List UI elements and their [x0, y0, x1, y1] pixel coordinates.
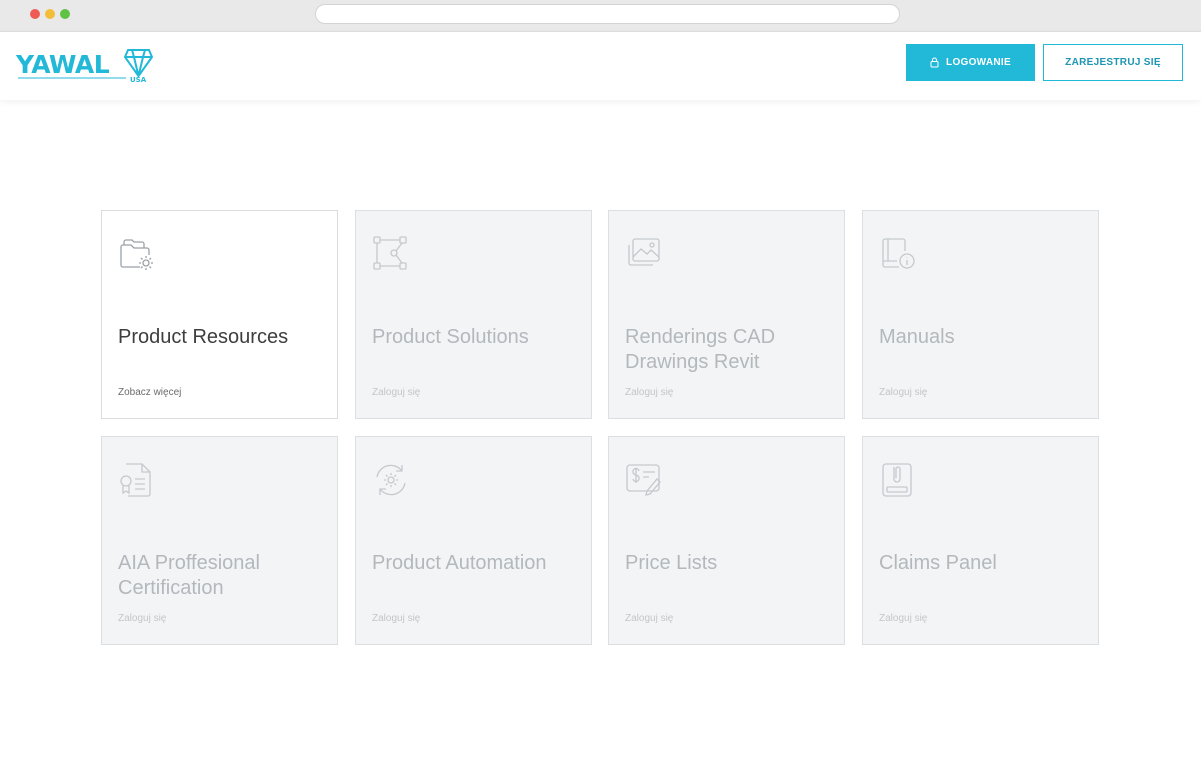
price-edit-icon — [625, 461, 663, 499]
gear-refresh-icon — [372, 461, 410, 499]
minimize-window-dot[interactable] — [45, 9, 55, 19]
card-title: Product Solutions — [372, 326, 529, 348]
login-button[interactable]: LOGOWANIE — [906, 44, 1035, 81]
card-link[interactable]: Zaloguj się — [118, 613, 166, 624]
card-renderings-cad[interactable]: Renderings CAD Drawings Revit Zaloguj si… — [608, 210, 845, 419]
manual-info-icon — [879, 235, 917, 273]
card-title: Claims Panel — [879, 552, 997, 574]
card-manuals[interactable]: Manuals Zaloguj się — [862, 210, 1099, 419]
card-link[interactable]: Zaloguj się — [879, 613, 927, 624]
maximize-window-dot[interactable] — [60, 9, 70, 19]
card-claims-panel[interactable]: Claims Panel Zaloguj się — [862, 436, 1099, 645]
folder-gear-icon — [118, 235, 156, 273]
image-gallery-icon — [625, 235, 663, 273]
card-link[interactable]: Zaloguj się — [372, 387, 420, 398]
lock-icon — [930, 57, 939, 68]
close-window-dot[interactable] — [30, 9, 40, 19]
card-title: Product Resources — [118, 326, 289, 348]
card-title: Price Lists — [625, 552, 718, 574]
register-label: ZAREJESTRUJ SIĘ — [1065, 57, 1161, 68]
resources-grid: Product Resources Zobacz więcej Product … — [101, 210, 1099, 645]
card-product-resources[interactable]: Product Resources Zobacz więcej — [101, 210, 338, 419]
card-product-automation[interactable]: Product Automation Zaloguj się — [355, 436, 592, 645]
address-bar[interactable] — [315, 4, 900, 24]
card-title: Manuals — [879, 326, 955, 348]
certificate-icon — [118, 461, 156, 499]
card-product-solutions[interactable]: Product Solutions Zaloguj się — [355, 210, 592, 419]
card-title: Product Automation — [372, 552, 547, 574]
card-link[interactable]: Zobacz więcej — [118, 387, 181, 398]
nodes-icon — [372, 235, 410, 273]
site-header: YAWAL USA LOGOWANIE ZAREJESTRUJ SIĘ — [0, 32, 1201, 100]
card-price-lists[interactable]: Price Lists Zaloguj się — [608, 436, 845, 645]
card-title: Renderings CAD Drawings Revit — [625, 326, 776, 373]
svg-text:USA: USA — [130, 76, 147, 82]
clipboard-icon — [879, 461, 917, 499]
card-title: AIA Proffesional Certification — [118, 552, 260, 599]
card-link[interactable]: Zaloguj się — [879, 387, 927, 398]
login-label: LOGOWANIE — [946, 57, 1011, 68]
card-aia-certification[interactable]: AIA Proffesional Certification Zaloguj s… — [101, 436, 338, 645]
card-link[interactable]: Zaloguj się — [372, 613, 420, 624]
register-button[interactable]: ZAREJESTRUJ SIĘ — [1043, 44, 1183, 81]
svg-text:YAWAL: YAWAL — [16, 50, 110, 79]
browser-chrome — [0, 0, 1201, 32]
card-link[interactable]: Zaloguj się — [625, 387, 673, 398]
yawal-logo[interactable]: YAWAL USA — [15, 46, 156, 84]
card-link[interactable]: Zaloguj się — [625, 613, 673, 624]
